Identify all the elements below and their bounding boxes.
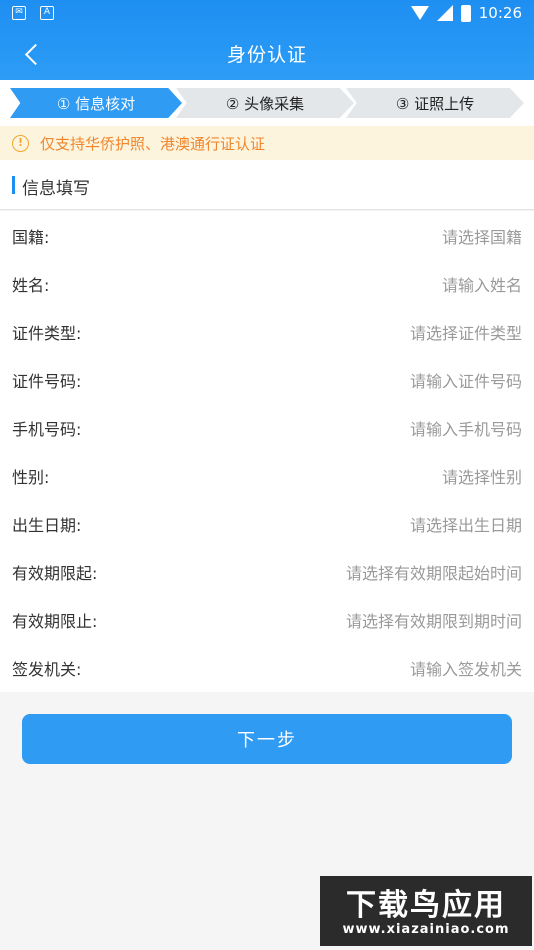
field-label: 性别:	[12, 468, 50, 487]
section-header: 信息填写	[0, 160, 534, 210]
form-row-id-number[interactable]: 证件号码: 请输入证件号码	[0, 355, 534, 403]
section-accent-bar	[12, 176, 15, 194]
signal-icon	[436, 5, 453, 21]
step-avatar-capture: ② 头像采集	[176, 88, 354, 118]
field-label: 有效期限起:	[12, 564, 98, 583]
id-number-input[interactable]: 请输入证件号码	[410, 368, 522, 392]
field-label: 有效期限止:	[12, 612, 98, 631]
keyboard-a-icon: A	[40, 6, 54, 20]
field-label: 证件号码:	[12, 372, 82, 391]
field-label: 证件类型:	[12, 324, 82, 343]
watermark-url: www.xiazainiao.com	[342, 922, 510, 937]
issuing-authority-input[interactable]: 请输入签发机关	[410, 656, 522, 680]
field-label: 国籍:	[12, 228, 50, 247]
form-row-valid-from[interactable]: 有效期限起: 请选择有效期限起始时间	[0, 547, 534, 595]
watermark-title: 下载鸟应用	[346, 888, 506, 923]
mail-icon: ✉	[12, 6, 26, 20]
field-label: 手机号码:	[12, 420, 82, 439]
app-header: ✉ A 10:26 身份认证	[0, 0, 534, 80]
nationality-select[interactable]: 请选择国籍	[442, 224, 522, 248]
page-title: 身份认证	[226, 44, 307, 66]
status-time: 10:26	[478, 4, 522, 22]
warning-icon: !	[12, 134, 29, 152]
info-form: 国籍: 请选择国籍 姓名: 请输入姓名 证件类型: 请选择证件类型 证件号码: …	[0, 211, 534, 692]
field-label: 出生日期:	[12, 516, 82, 535]
name-input[interactable]: 请输入姓名	[442, 272, 522, 296]
form-row-issuing-authority[interactable]: 签发机关: 请输入签发机关	[0, 643, 534, 691]
form-row-name[interactable]: 姓名: 请输入姓名	[0, 259, 534, 307]
form-row-valid-to[interactable]: 有效期限止: 请选择有效期限到期时间	[0, 595, 534, 643]
valid-from-select[interactable]: 请选择有效期限起始时间	[346, 560, 522, 584]
battery-icon	[460, 4, 471, 22]
next-step-button[interactable]: 下一步	[22, 714, 512, 764]
birth-date-select[interactable]: 请选择出生日期	[410, 512, 522, 536]
form-row-nationality[interactable]: 国籍: 请选择国籍	[0, 211, 534, 259]
step-info-check: ① 信息核对	[10, 88, 182, 118]
status-bar: ✉ A 10:26	[0, 0, 534, 28]
form-row-phone[interactable]: 手机号码: 请输入手机号码	[0, 403, 534, 451]
form-row-gender[interactable]: 性别: 请选择性别	[0, 451, 534, 499]
section-title: 信息填写	[22, 179, 90, 199]
phone-input[interactable]: 请输入手机号码	[410, 416, 522, 440]
id-type-select[interactable]: 请选择证件类型	[410, 320, 522, 344]
form-row-id-type[interactable]: 证件类型: 请选择证件类型	[0, 307, 534, 355]
field-label: 签发机关:	[12, 660, 82, 679]
gender-select[interactable]: 请选择性别	[442, 464, 522, 488]
notice-banner: ! 仅支持华侨护照、港澳通行证认证	[0, 126, 534, 160]
nav-bar: 身份认证	[0, 28, 534, 80]
step-document-upload: ③ 证照上传	[346, 88, 524, 118]
valid-to-select[interactable]: 请选择有效期限到期时间	[346, 608, 522, 632]
step-indicator: ① 信息核对 ② 头像采集 ③ 证照上传	[0, 80, 534, 126]
form-row-birth-date[interactable]: 出生日期: 请选择出生日期	[0, 499, 534, 547]
wifi-icon	[410, 6, 429, 20]
field-label: 姓名:	[12, 276, 50, 295]
site-watermark: 下载鸟应用 www.xiazainiao.com	[320, 876, 532, 946]
notice-text: 仅支持华侨护照、港澳通行证认证	[40, 134, 266, 153]
